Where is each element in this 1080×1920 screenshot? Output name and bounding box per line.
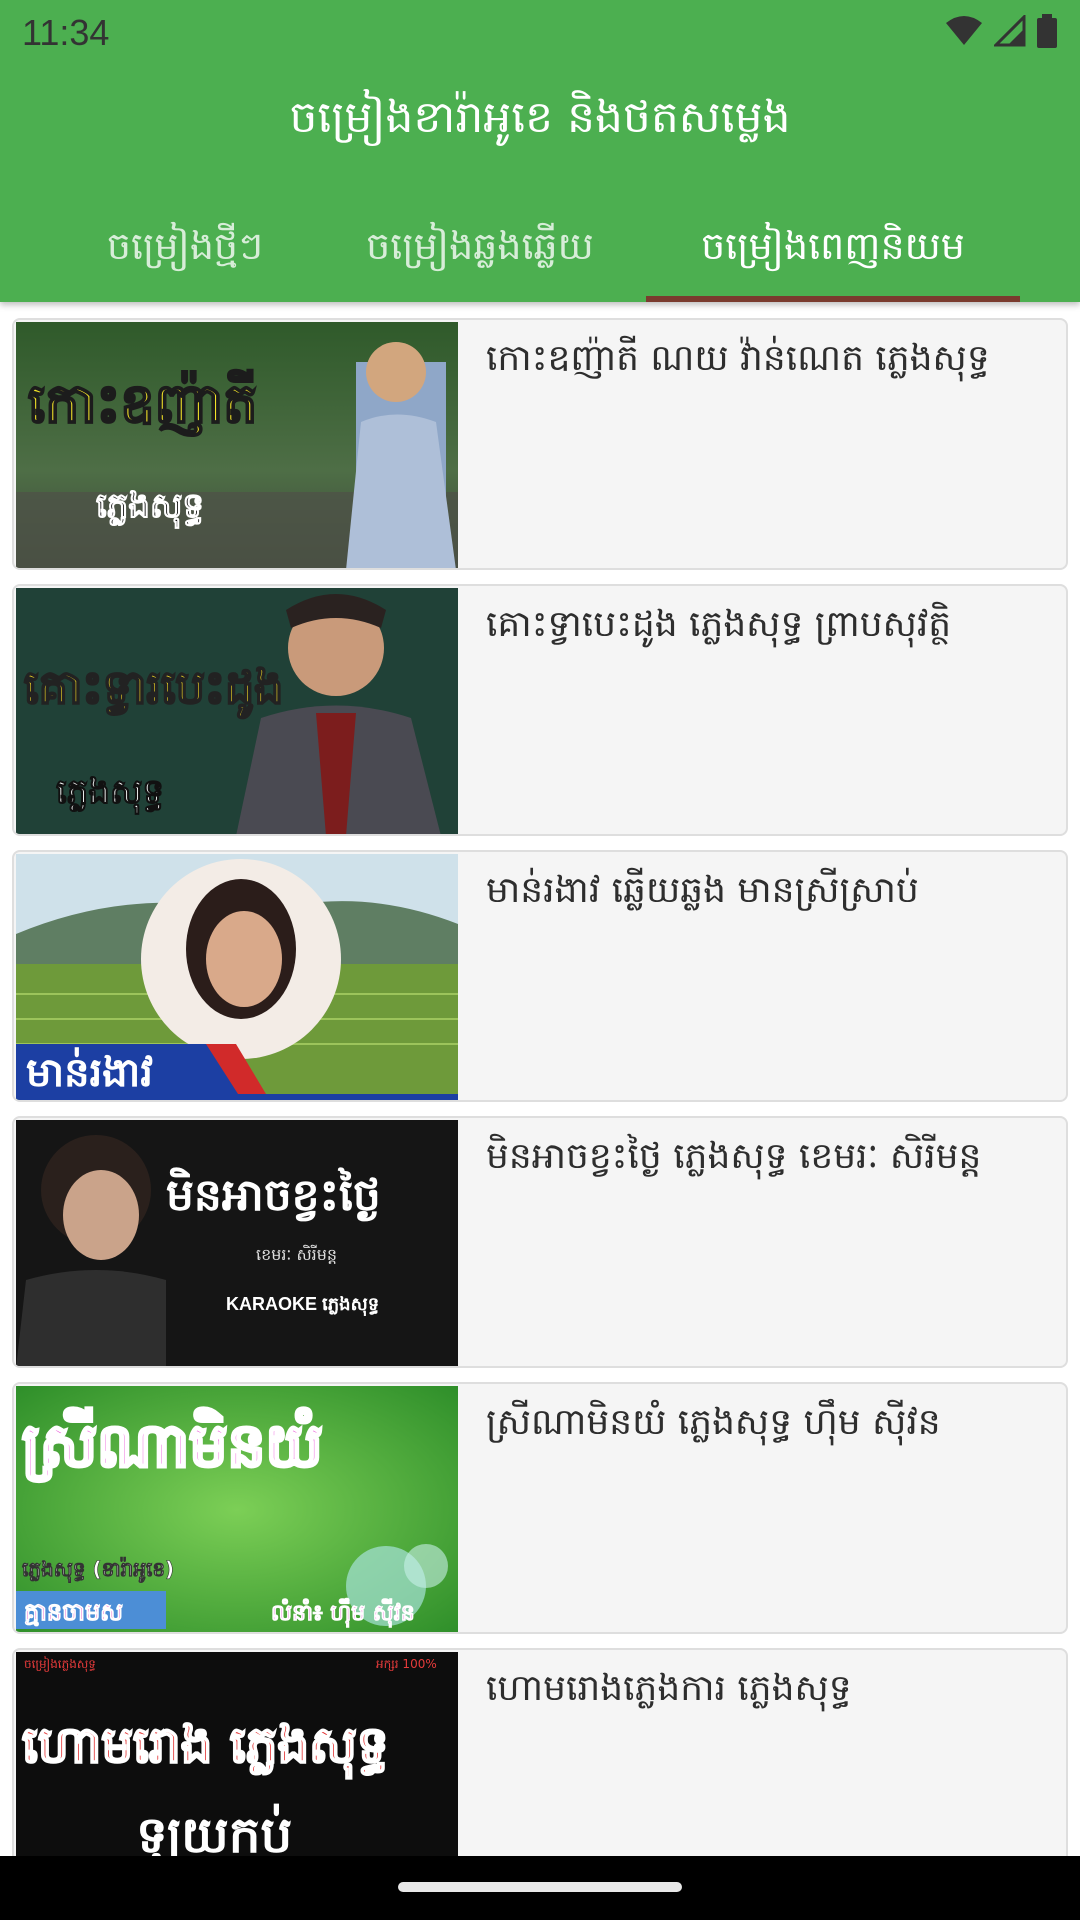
song-card[interactable]: មិនអាចខ្វះថ្ងៃ ខេមរៈ សិរីមន្ត KARAOKE ភ្… [12,1116,1068,1368]
thumb-text: ចម្រៀងភ្លេងសុទ្ធ [24,1656,96,1672]
wifi-icon [944,15,984,47]
app-title: ចម្រៀងខារ៉ាអូខេ និងថតសម្លេង [289,92,791,143]
tab-popular-songs[interactable]: ចម្រៀងពេញនិយម [646,198,1020,302]
song-thumbnail[interactable]: កោះឧញ៉ាតី ភ្លេងសុទ្ធ [16,322,458,568]
thumb-text: លំនាំ៖ ហ៊ឹម ស៊ីវន [271,1598,415,1628]
song-title[interactable]: កោះឧញ៉ាតី ណយ វ៉ាន់ណេត ភ្លេងសុទ្ធ [486,334,1056,384]
tab-new-songs[interactable]: ចម្រៀងថ្មីៗ [60,198,310,302]
status-icons [944,14,1058,48]
thumb-text: ហោមរោង ភ្លេងសុទ្ធ [22,1716,389,1779]
thumb-text: ភ្លេងសុទ្ធ [56,772,164,815]
song-title[interactable]: ហោមរោងភ្លេងការ ភ្លេងសុទ្ធ [486,1664,1056,1714]
song-title[interactable]: ស្រីណាមិនយំ ភ្លេងសុទ្ធ ហ៊ឹម ស៊ីវន [486,1398,1056,1448]
thumb-text: កោះឧញ៉ាតី [28,369,257,437]
active-tab-indicator [646,296,1020,302]
home-gesture-handle[interactable] [398,1882,682,1892]
thumb-text: ខេមរៈ សិរីមន្ត [256,1244,337,1264]
song-list[interactable]: កោះឧញ៉ាតី ភ្លេងសុទ្ធ កោះឧញ៉ាតី ណយ វ៉ាន់ណ… [0,302,1080,1856]
thumb-text: មិនអាចខ្វះថ្ងៃ [166,1167,381,1222]
thumb-text: គោះទ្វារបេះដូង [24,660,283,719]
tab-duet-songs[interactable]: ចម្រៀងឆ្លងឆ្លើយ [340,198,620,302]
thumb-text: ភ្លេងសុទ្ធ [96,486,204,529]
song-card[interactable]: គោះទ្វារបេះដូង ភ្លេងសុទ្ធ គោះទ្វាបេះដូង … [12,584,1068,836]
song-thumbnail[interactable]: ស្រីណាមិនយំ ភ្លេងសុទ្ធ (ខារ៉ាអូខេ) គ្មាន… [16,1386,458,1632]
song-title[interactable]: មិនអាចខ្វះថ្ងៃ ភ្លេងសុទ្ធ ខេមរៈ សិរីមន្ត [486,1132,1056,1182]
thumb-text: ឡូយកប់ [136,1803,292,1856]
song-card[interactable]: ចម្រៀងភ្លេងសុទ្ធ អក្សរ 100% ហោមរោង ភ្លេង… [12,1648,1068,1856]
song-thumbnail[interactable]: មាន់រងាវ [16,854,458,1100]
signal-icon [994,15,1026,47]
thumb-text: គ្មានចាមស [24,1598,123,1626]
thumb-text: ស្រីណាមិនយំ [22,1407,323,1482]
song-card[interactable]: មាន់រងាវ មាន់រងាវ ឆ្លើយឆ្លង មានស្រីស្រាប… [12,850,1068,1102]
battery-icon [1036,14,1058,48]
thumb-text: KARAOKE ភ្លេងសុទ្ធ [226,1294,379,1317]
status-bar: 11:34 [0,0,1080,64]
navigation-bar [0,1856,1080,1920]
status-time: 11:34 [22,12,110,53]
song-thumbnail[interactable]: គោះទ្វារបេះដូង ភ្លេងសុទ្ធ [16,588,458,834]
song-thumbnail[interactable]: មិនអាចខ្វះថ្ងៃ ខេមរៈ សិរីមន្ត KARAOKE ភ្… [16,1120,458,1366]
tab-bar: ចម្រៀងថ្មីៗ ចម្រៀងឆ្លងឆ្លើយ ចម្រៀងពេញនិយ… [0,198,1080,302]
song-title[interactable]: មាន់រងាវ ឆ្លើយឆ្លង មានស្រីស្រាប់ [486,866,1056,916]
song-thumbnail[interactable]: ចម្រៀងភ្លេងសុទ្ធ អក្សរ 100% ហោមរោង ភ្លេង… [16,1652,458,1856]
thumb-text: អក្សរ 100% [376,1657,437,1671]
song-title[interactable]: គោះទ្វាបេះដូង ភ្លេងសុទ្ធ ព្រាបសុវត្ថិ [486,600,1056,650]
thumb-text: មាន់រងាវ [26,1047,153,1096]
song-card[interactable]: ស្រីណាមិនយំ ភ្លេងសុទ្ធ (ខារ៉ាអូខេ) គ្មាន… [12,1382,1068,1634]
app-bar: 11:34 ចម្រៀងខារ៉ាអូខេ និងថតសម្លេង ចម្រៀង… [0,0,1080,302]
song-card[interactable]: កោះឧញ៉ាតី ភ្លេងសុទ្ធ កោះឧញ៉ាតី ណយ វ៉ាន់ណ… [12,318,1068,570]
thumb-text: ភ្លេងសុទ្ធ (ខារ៉ាអូខេ) [22,1557,174,1583]
